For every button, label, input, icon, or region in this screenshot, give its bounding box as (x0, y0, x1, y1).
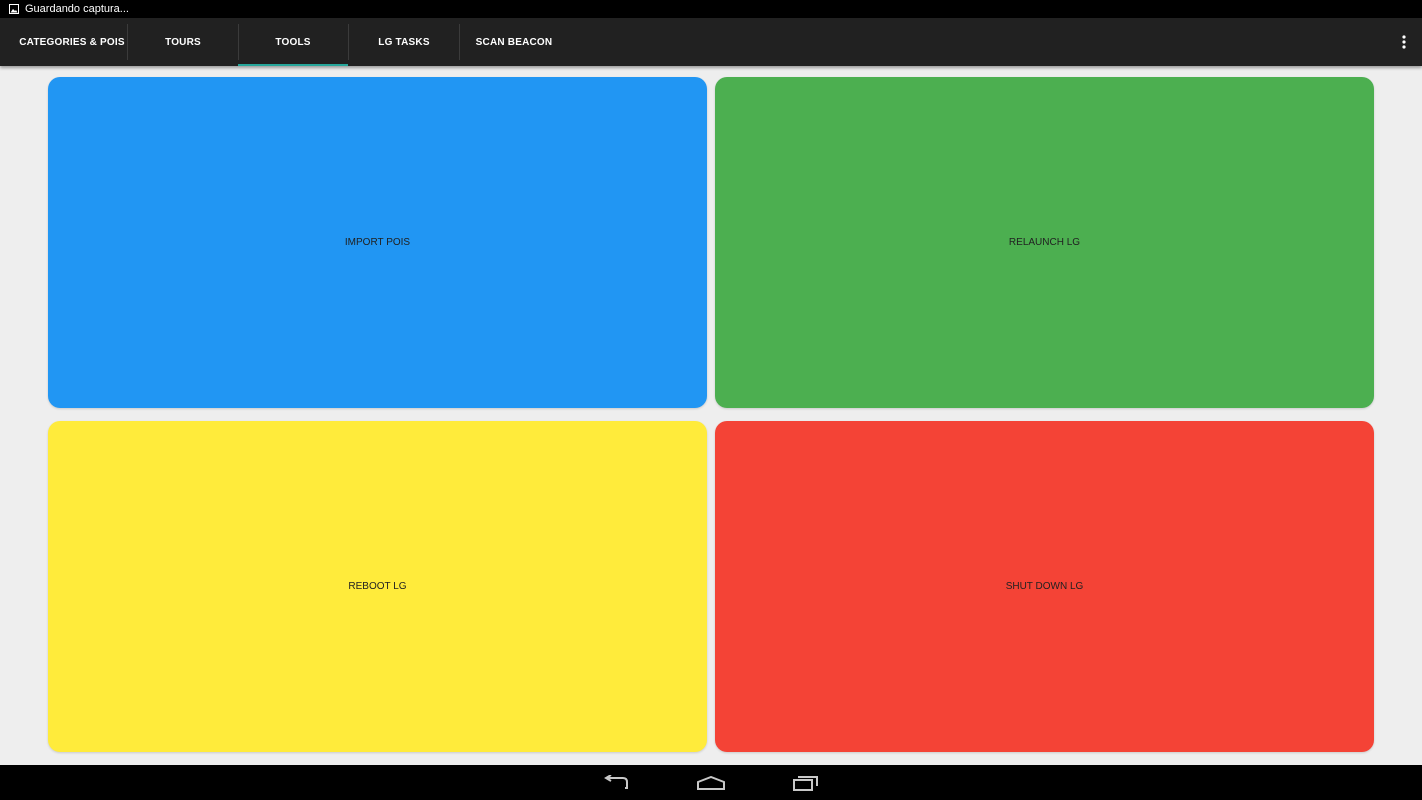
tab-tools[interactable]: TOOLS (238, 18, 348, 66)
import-pois-button[interactable]: IMPORT POIS (48, 77, 707, 408)
tab-bar: CATEGORIES & POIS TOURS TOOLS LG TASKS S… (0, 18, 1422, 66)
tab-scan-beacon[interactable]: SCAN BEACON (459, 18, 569, 66)
recents-icon[interactable] (786, 765, 826, 800)
back-icon[interactable] (596, 765, 636, 800)
navigation-bar (0, 765, 1422, 800)
relaunch-lg-button[interactable]: RELAUNCH LG (715, 77, 1374, 408)
status-bar: Guardando captura... (0, 0, 1422, 18)
picture-icon (9, 4, 19, 14)
home-icon[interactable] (691, 765, 731, 800)
tab-tours[interactable]: TOURS (128, 18, 238, 66)
status-notification-text: Guardando captura... (25, 3, 129, 15)
reboot-lg-button[interactable]: REBOOT LG (48, 421, 707, 752)
shut-down-lg-button[interactable]: SHUT DOWN LG (715, 421, 1374, 752)
tab-lg-tasks[interactable]: LG TASKS (349, 18, 459, 66)
more-vert-icon[interactable] (1396, 18, 1412, 66)
tab-categories-pois[interactable]: CATEGORIES & POIS (17, 18, 127, 66)
